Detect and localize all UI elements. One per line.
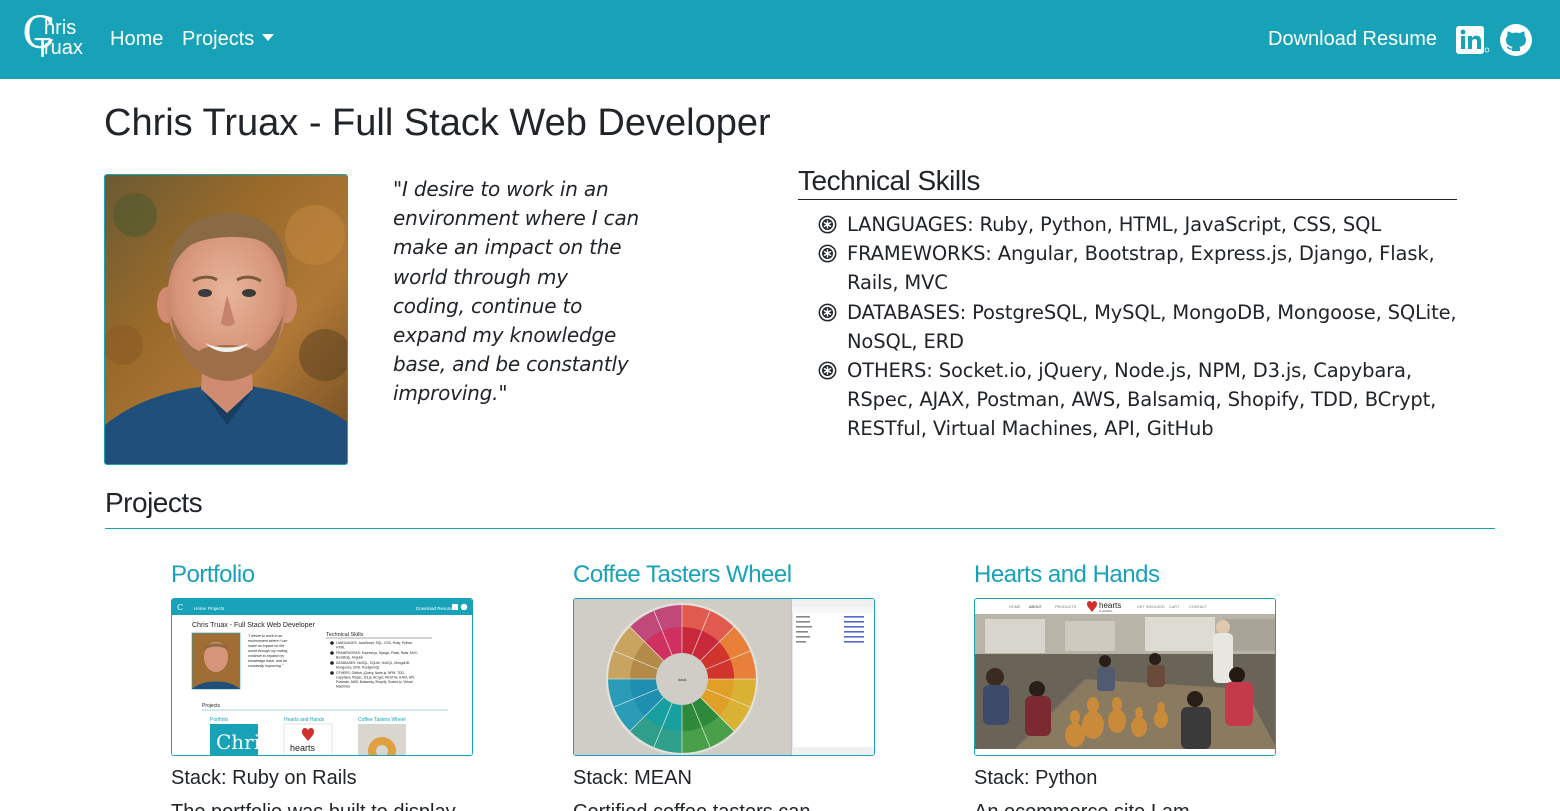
skill-item-label: FRAMEWORKS: Angular, Bootstrap, Express.… — [847, 242, 1435, 295]
thumb-hearts-logo-sub: & HANDS — [1099, 609, 1112, 613]
thumb-nav-home: Home — [194, 606, 207, 611]
project-stack: Stack: Python — [974, 767, 1098, 789]
svg-text:Machines: Machines — [336, 685, 350, 689]
skill-item-databases: DATABASES: PostgreSQL, MySQL, MongoDB, M… — [818, 298, 1458, 356]
thumb-hearts-nav-home: HOME — [1009, 605, 1021, 609]
thumb-project-3: Coffee Tasters Wheel — [358, 717, 406, 723]
profile-photo — [104, 174, 348, 465]
thumb-project-1: Portfolio — [210, 717, 229, 723]
projects-title: Projects — [105, 487, 203, 518]
svg-text:Chris: Chris — [216, 730, 270, 754]
project-thumbnail-coffee[interactable]: back — [573, 598, 875, 756]
project-card-portfolio: Portfolio C Home Projects Download Resum… — [171, 560, 475, 811]
svg-text:FRAMEWORKS: Express.js, Django: FRAMEWORKS: Express.js, Django, Flask, R… — [336, 651, 418, 655]
skill-item-others: OTHERS: Socket.io, jQuery, Node.js, NPM,… — [818, 356, 1458, 444]
thumb-project-2: Hearts and Hands — [284, 717, 325, 723]
caret-down-icon — [262, 34, 275, 41]
svg-text:Bootstrap, Angular: Bootstrap, Angular — [336, 656, 364, 660]
nav-projects-dropdown[interactable]: Projects — [182, 27, 275, 51]
svg-text:Capybara, RSpec, D3.js, BCrypt: Capybara, RSpec, D3.js, BCrypt, RESTful,… — [336, 676, 415, 680]
skill-item-label: OTHERS: Socket.io, jQuery, Node.js, NPM,… — [847, 359, 1437, 441]
skill-item-languages: LANGUAGES: Ruby, Python, HTML, JavaScrip… — [818, 210, 1458, 239]
nav-home-link[interactable]: Home — [110, 27, 163, 51]
svg-text:constantly improving.": constantly improving." — [248, 664, 284, 668]
svg-text:Mongoose, ERD, PostgreSQL: Mongoose, ERD, PostgreSQL — [336, 666, 380, 670]
projects-divider — [105, 528, 1495, 529]
nav-projects-label: Projects — [182, 28, 255, 50]
thumb-hearts-nav-cart: CART — [1169, 605, 1180, 609]
project-thumbnail-portfolio[interactable]: C Home Projects Download Resume Chris Tr… — [171, 598, 473, 756]
navbar: C hris T ruax Home Projects Download Res… — [0, 0, 1560, 79]
svg-text:DATABASES: NoSQL, SQLite, NoSQ: DATABASES: NoSQL, SQLite, NoSQL, MongoDB… — [336, 661, 410, 665]
svg-text:C: C — [177, 603, 183, 612]
personal-quote: "I desire to work in an environment wher… — [393, 177, 639, 406]
project-thumbnail-hearts[interactable]: HOME ABOUT PRODUCTS GET INVOLVED CART CO… — [974, 598, 1276, 756]
thumb-skills-title: Technical Skills — [326, 632, 364, 638]
thumb-hearts-nav-involved: GET INVOLVED — [1137, 605, 1165, 609]
project-title-link[interactable]: Hearts and Hands — [974, 560, 1278, 590]
project-card-hearts: Hearts and Hands HOME ABOUT PRODUCTS GET… — [974, 560, 1278, 811]
svg-text:knowledge base, and be: knowledge base, and be — [248, 659, 287, 663]
thumb-hearts-nav-products: PRODUCTS — [1055, 605, 1077, 609]
project-title-link[interactable]: Portfolio — [171, 560, 475, 590]
project-description: Certified coffee tasters can — [573, 800, 811, 811]
skills-list: LANGUAGES: Ruby, Python, HTML, JavaScrip… — [818, 210, 1458, 444]
asterisk-circle-icon — [818, 215, 837, 234]
thumb-hearts-nav-contact: CONTACT — [1189, 605, 1208, 609]
page-title: Chris Truax - Full Stack Web Developer — [104, 102, 771, 144]
svg-text:Postman, AWS, Balsamiq, Shopif: Postman, AWS, Balsamiq, Shopify, Socket.… — [336, 680, 413, 684]
brand-logo[interactable]: C hris T ruax — [20, 12, 83, 62]
svg-text:OTHERS: GitHub, jQuery, Node.j: OTHERS: GitHub, jQuery, Node.js, NPM, TD… — [336, 671, 405, 675]
svg-text:continue to expand my: continue to expand my — [248, 654, 284, 658]
thumb-wheel-center-label: back — [678, 677, 686, 682]
project-description: An ecommerce site I am — [974, 800, 1190, 811]
asterisk-circle-icon — [818, 361, 837, 380]
thumb-hearts-word: hearts — [290, 743, 316, 753]
skill-item-label: LANGUAGES: Ruby, Python, HTML, JavaScrip… — [847, 213, 1382, 236]
asterisk-circle-icon — [818, 303, 837, 322]
skill-item-label: DATABASES: PostgreSQL, MySQL, MongoDB, M… — [847, 300, 1457, 353]
asterisk-circle-icon — [818, 244, 837, 263]
linkedin-icon[interactable] — [1456, 26, 1490, 54]
svg-text:HTML: HTML — [336, 646, 345, 650]
svg-text:make an impact on the: make an impact on the — [248, 644, 284, 648]
project-card-coffee: Coffee Tasters Wheel back Stack: MEAN — [573, 560, 877, 811]
svg-text:environment where I can: environment where I can — [248, 639, 287, 643]
project-stack: Stack: MEAN — [573, 767, 692, 789]
thumb-nav-projects: Projects — [208, 606, 225, 611]
thumb-projects-title: Projects — [202, 703, 221, 709]
skill-item-frameworks: FRAMEWORKS: Angular, Bootstrap, Express.… — [818, 239, 1458, 297]
brand-second-rest: ruax — [44, 37, 83, 59]
thumb-nav-resume: Download Resume — [416, 606, 455, 611]
project-title-link[interactable]: Coffee Tasters Wheel — [573, 560, 877, 590]
thumb-title: Chris Truax - Full Stack Web Developer — [192, 622, 315, 629]
svg-text:LANGUAGES: JavaScript, SQL, CS: LANGUAGES: JavaScript, SQL, CSS, Ruby, P… — [336, 641, 413, 645]
project-description: The portfolio was built to display — [171, 800, 456, 811]
github-icon[interactable] — [1500, 24, 1532, 56]
svg-text:"I desire to work in an: "I desire to work in an — [248, 634, 282, 638]
skills-title: Technical Skills — [798, 165, 1457, 200]
download-resume-link[interactable]: Download Resume — [1268, 27, 1437, 51]
svg-text:world through my coding,: world through my coding, — [248, 649, 288, 653]
project-stack: Stack: Ruby on Rails — [171, 767, 357, 789]
thumb-hearts-nav-about: ABOUT — [1029, 605, 1043, 609]
